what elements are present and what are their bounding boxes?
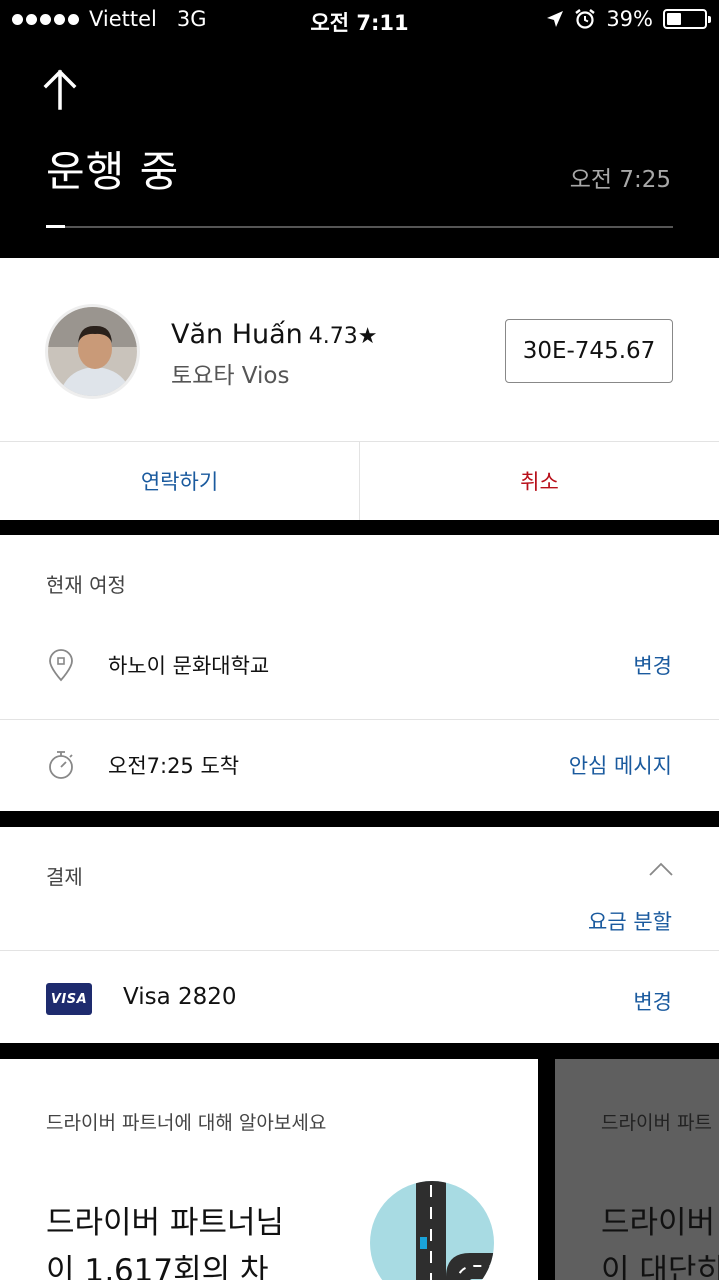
trip-progress-track bbox=[46, 225, 673, 228]
change-payment-button[interactable]: 변경 bbox=[633, 986, 672, 1016]
driver-photo bbox=[48, 307, 137, 396]
split-fare-button[interactable]: 요금 분할 bbox=[588, 906, 672, 936]
visa-logo-icon: VISA bbox=[46, 983, 92, 1015]
destination-text: 하노이 문화대학교 bbox=[108, 654, 270, 678]
destination-row: 하노이 문화대학교 변경 bbox=[0, 620, 719, 710]
promo-headline: 드라이버 파트너님 이 1,617회의 차 bbox=[46, 1199, 284, 1280]
location-arrow-icon bbox=[547, 11, 564, 27]
payment-section-label: 결제 bbox=[46, 865, 83, 889]
driver-card: Văn Huấn 4.73★ 토요타 Vios 30E-745.67 연락하기 취… bbox=[0, 258, 719, 520]
car-model: 토요타 Vios bbox=[171, 363, 290, 389]
battery-percent: 39% bbox=[606, 7, 653, 31]
cancel-button[interactable]: 취소 bbox=[360, 442, 719, 520]
driver-name: Văn Huấn bbox=[171, 319, 303, 350]
status-bar-right: 39% bbox=[546, 7, 711, 31]
map-pin-icon bbox=[49, 649, 73, 682]
back-arrow-icon[interactable] bbox=[40, 68, 80, 112]
arrival-row: 오전7:25 도착 안심 메시지 bbox=[0, 720, 719, 810]
stopwatch-icon bbox=[49, 751, 73, 779]
promo-card[interactable]: 드라이버 파트 드라이버 파트 이 대단히 bbox=[555, 1059, 719, 1280]
header-eta: 오전 7:25 bbox=[569, 167, 671, 193]
change-destination-button[interactable]: 변경 bbox=[633, 650, 672, 680]
trip-header: 운행 중 오전 7:25 bbox=[0, 40, 719, 258]
trip-section-label: 현재 여정 bbox=[46, 573, 126, 597]
divider bbox=[0, 950, 719, 951]
trip-progress-fill bbox=[46, 225, 65, 228]
chevron-up-icon[interactable] bbox=[647, 860, 675, 878]
promo-headline-line: 드라이버 파트너님 bbox=[46, 1205, 285, 1241]
promo-headline-line: 드라이버 파트 bbox=[601, 1205, 719, 1241]
license-plate: 30E-745.67 bbox=[505, 319, 673, 383]
driver-rating: 4.73★ bbox=[308, 324, 378, 349]
driver-avatar bbox=[45, 304, 140, 399]
current-trip-card: 현재 여정 하노이 문화대학교 변경 오전7:25 도착 안심 메시지 bbox=[0, 535, 719, 811]
arrival-text: 오전7:25 도착 bbox=[108, 754, 240, 778]
promo-headline-line: 이 1,617회의 차 bbox=[46, 1253, 269, 1280]
payment-method-text: Visa 2820 bbox=[123, 984, 237, 1010]
promo-card[interactable]: 드라이버 파트너에 대해 알아보세요 드라이버 파트너님 이 1,617회의 차 bbox=[0, 1059, 538, 1280]
promo-kicker: 드라이버 파트 bbox=[601, 1112, 712, 1134]
payment-card: 결제 요금 분할 VISA Visa 2820 변경 bbox=[0, 827, 719, 1043]
alarm-icon bbox=[575, 9, 596, 29]
road-illustration-icon bbox=[370, 1181, 494, 1280]
promo-headline-line: 이 대단히 bbox=[601, 1253, 719, 1280]
status-bar: Viettel 3G 오전 7:11 39% bbox=[0, 0, 719, 40]
promo-kicker: 드라이버 파트너에 대해 알아보세요 bbox=[46, 1112, 327, 1134]
promo-headline: 드라이버 파트 이 대단히 bbox=[601, 1199, 719, 1280]
driver-name-line: Văn Huấn 4.73★ bbox=[171, 319, 378, 350]
battery-icon bbox=[663, 9, 711, 29]
page-title: 운행 중 bbox=[46, 147, 180, 196]
driver-actions: 연락하기 취소 bbox=[0, 441, 719, 520]
contact-button[interactable]: 연락하기 bbox=[0, 442, 360, 520]
safety-message-button[interactable]: 안심 메시지 bbox=[569, 750, 672, 780]
